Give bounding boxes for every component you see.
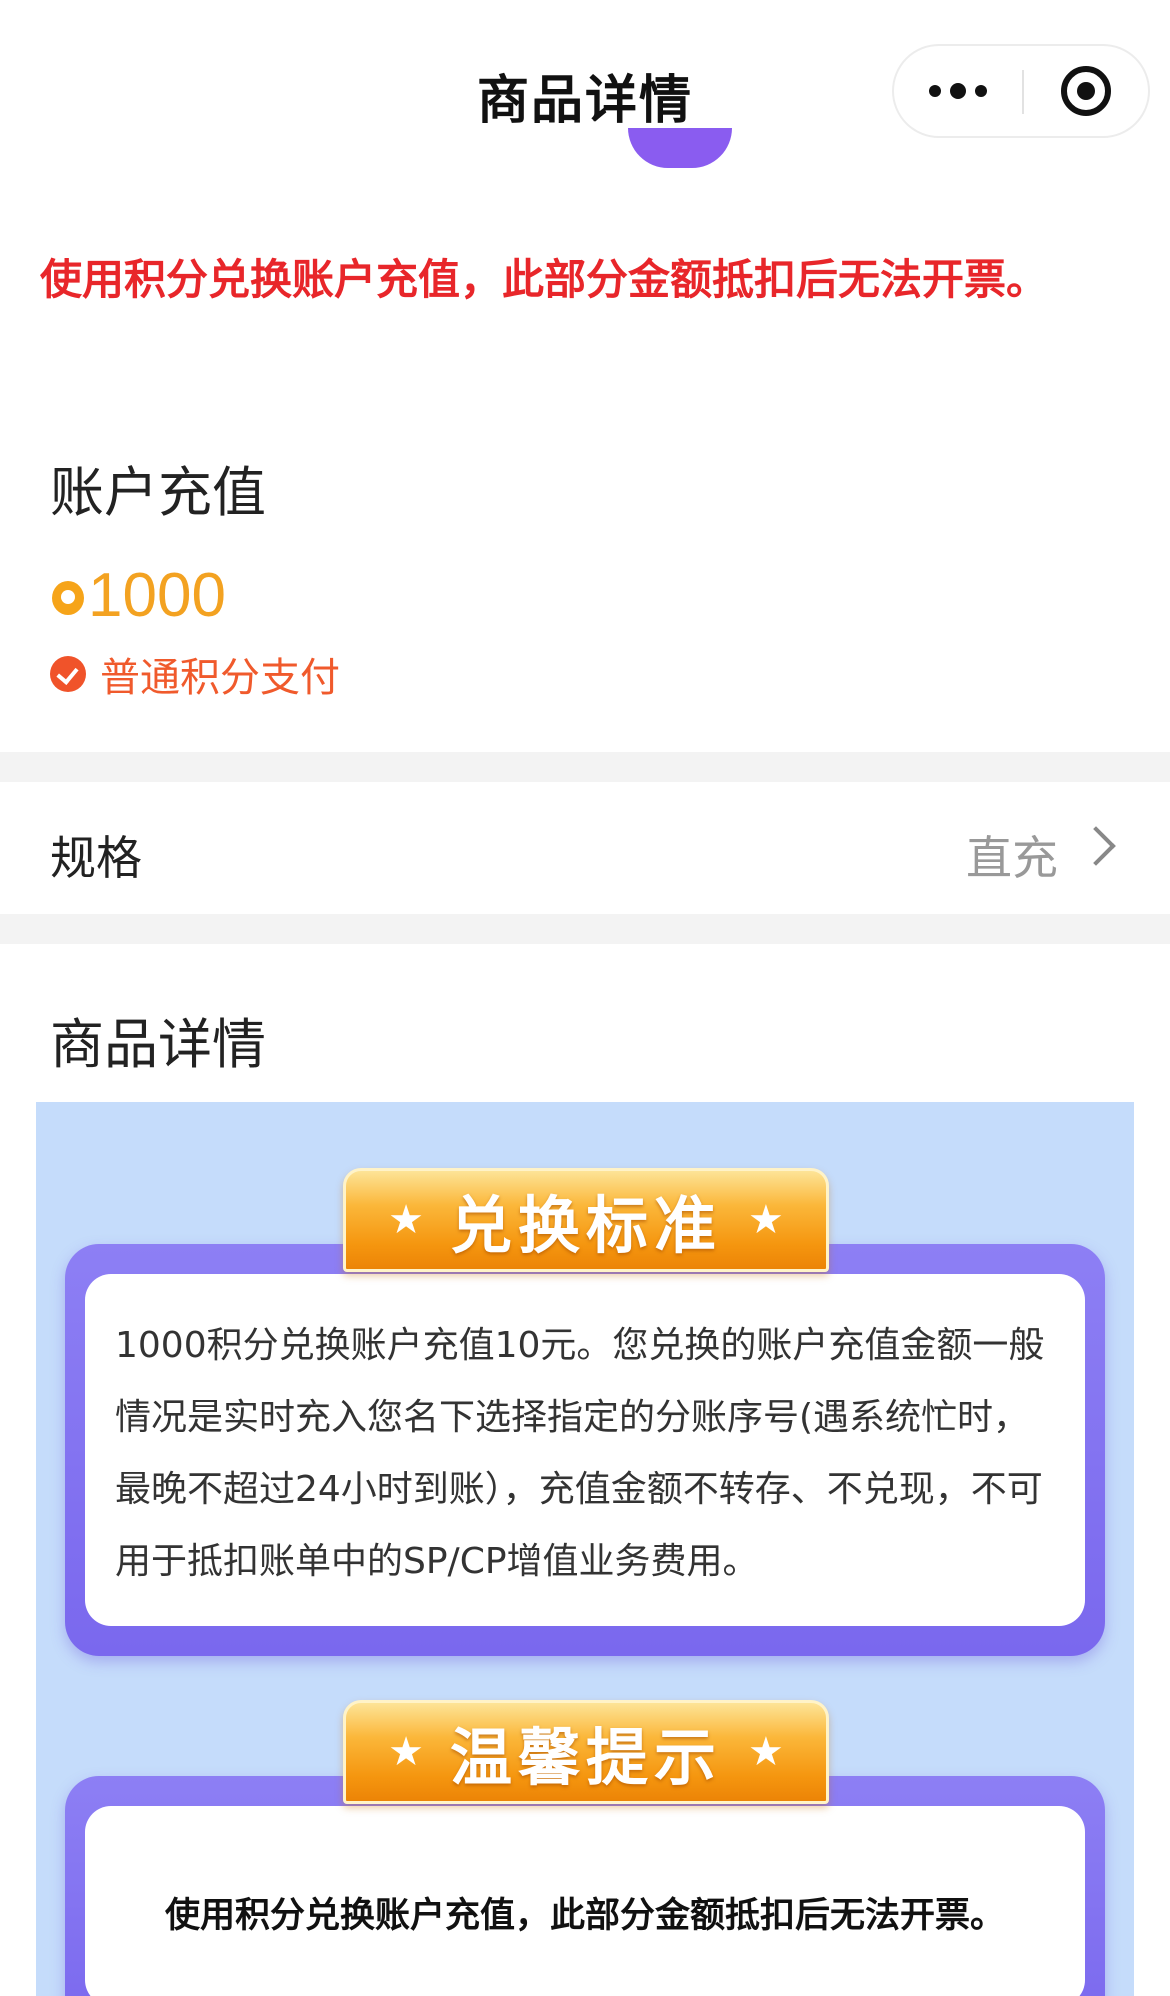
close-button[interactable] — [1024, 46, 1148, 136]
product-name: 账户充值 — [50, 461, 266, 524]
tips-card: 使用积分兑换账户充值，此部分金额抵扣后无法开票。 — [65, 1776, 1105, 1996]
check-circle-icon — [50, 656, 86, 692]
product-detail-image: 1000积分兑换账户充值10元。您兑换的账户充值金额一般情况是实时充入您名下选择… — [36, 1102, 1134, 1996]
star-icon: ★ — [748, 1729, 784, 1775]
exchange-standard-text: 1000积分兑换账户充值10元。您兑换的账户充值金额一般情况是实时充入您名下选择… — [115, 1325, 1045, 1582]
chevron-right-icon — [1076, 826, 1116, 866]
payment-method[interactable]: 普通积分支付 — [50, 648, 340, 701]
close-circle-icon — [1061, 66, 1111, 116]
star-icon: ★ — [748, 1197, 784, 1243]
star-icon: ★ — [388, 1729, 424, 1775]
banner-image-fragment — [628, 128, 732, 168]
exchange-standard-ribbon: ★ 兑换标准 ★ — [343, 1168, 829, 1272]
price-row: 1000 — [52, 560, 226, 630]
tips-text: 使用积分兑换账户充值，此部分金额抵扣后无法开票。 — [164, 1896, 1005, 1936]
card-body: 1000积分兑换账户充值10元。您兑换的账户充值金额一般情况是实时充入您名下选择… — [85, 1274, 1085, 1626]
spec-selector[interactable]: 规格 直充 — [0, 782, 1170, 914]
mini-program-capsule — [892, 44, 1150, 138]
points-price: 1000 — [88, 560, 226, 630]
card-title: 温馨提示 — [449, 1721, 722, 1794]
details-heading: 商品详情 — [50, 1013, 266, 1076]
more-button[interactable] — [894, 46, 1022, 136]
star-icon: ★ — [388, 1197, 424, 1243]
payment-method-label: 普通积分支付 — [100, 655, 340, 701]
tips-ribbon: ★ 温馨提示 ★ — [343, 1700, 829, 1804]
spec-label: 规格 — [50, 831, 142, 885]
section-divider — [0, 752, 1170, 782]
navigation-bar: 商品详情 — [0, 0, 1170, 160]
card-title: 兑换标准 — [449, 1189, 722, 1262]
points-coin-icon — [52, 581, 84, 615]
more-dots-icon — [929, 85, 941, 97]
more-dots-icon — [975, 85, 987, 97]
card-body: 使用积分兑换账户充值，此部分金额抵扣后无法开票。 — [85, 1806, 1085, 1996]
invoice-warning: 使用积分兑换账户充值，此部分金额抵扣后无法开票。 — [40, 255, 1049, 304]
spec-value: 直充 — [966, 831, 1058, 885]
page: 商品详情 使用积分兑换账户充值，此部分金额抵扣后无法开票。 账户充值 1000 … — [0, 0, 1170, 1996]
section-divider — [0, 914, 1170, 944]
exchange-standard-card: 1000积分兑换账户充值10元。您兑换的账户充值金额一般情况是实时充入您名下选择… — [65, 1244, 1105, 1656]
more-dots-icon — [950, 83, 966, 99]
